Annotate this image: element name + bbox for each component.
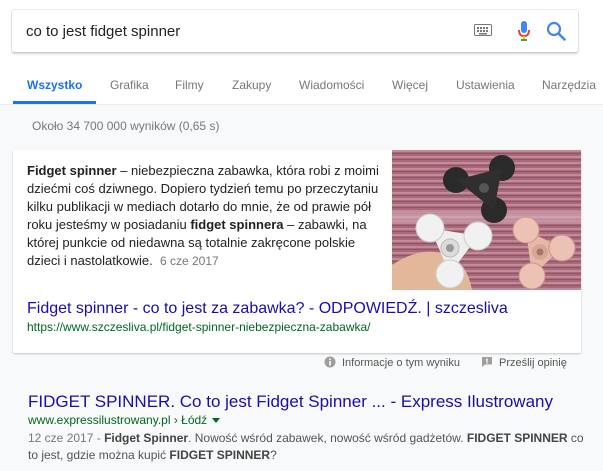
result-title-link[interactable]: FIDGET SPINNER. Co to jest Fidget Spinne… [28,392,553,412]
result-url: www.expressilustrowany.pl › Łódź [28,413,221,427]
search-box[interactable]: co to jest fidget spinner [12,10,578,52]
featured-snippet-text: Fidget spinner – niebezpieczna zabawka, … [27,163,379,268]
keyboard-icon[interactable] [474,24,492,36]
snippet-date: 6 cze 2017 [159,254,219,268]
featured-result-url[interactable]: https://www.szczesliva.pl/fidget-spinner… [27,320,371,334]
search-input[interactable]: co to jest fidget spinner [26,23,180,40]
microphone-icon[interactable] [517,21,531,41]
tab-images[interactable]: Grafika [110,78,149,92]
tab-settings[interactable]: Ustawienia [456,78,515,92]
snippet-bold: fidget spinnera [190,217,284,232]
tab-all[interactable]: Wszystko [27,78,82,92]
result-stats: Około 34 700 000 wyników (0,65 s) [32,119,220,133]
feedback-icon [482,357,492,367]
tab-news[interactable]: Wiadomości [299,78,364,92]
tab-videos[interactable]: Filmy [175,78,204,92]
header: co to jest fidget spinner Wszystko Grafi… [0,0,603,105]
result-snippet: 12 cze 2017 - Fidget Spinner. Nowość wśr… [28,431,584,462]
tab-tools[interactable]: Narzędzia [542,78,596,92]
featured-result-title-link[interactable]: Fidget spinner - co to jest za zabawka? … [27,300,508,318]
fidget-spinner-image[interactable] [392,150,581,290]
active-tab-indicator [13,101,96,104]
about-result-link[interactable]: Informacje o tym wyniku [324,356,460,369]
snippet-bold: Fidget spinner [27,163,117,178]
send-feedback-link[interactable]: Prześlij opinię [481,356,567,369]
search-icon[interactable] [546,21,566,41]
url-dropdown-arrow-icon[interactable] [212,418,221,423]
info-icon [324,356,336,368]
search-tabs: Wszystko Grafika Filmy Zakupy Wiadomości… [0,70,603,105]
featured-snippet: Fidget spinner – niebezpieczna zabawka, … [13,150,581,353]
tab-more[interactable]: Więcej [392,78,428,92]
tab-shopping[interactable]: Zakupy [232,78,271,92]
